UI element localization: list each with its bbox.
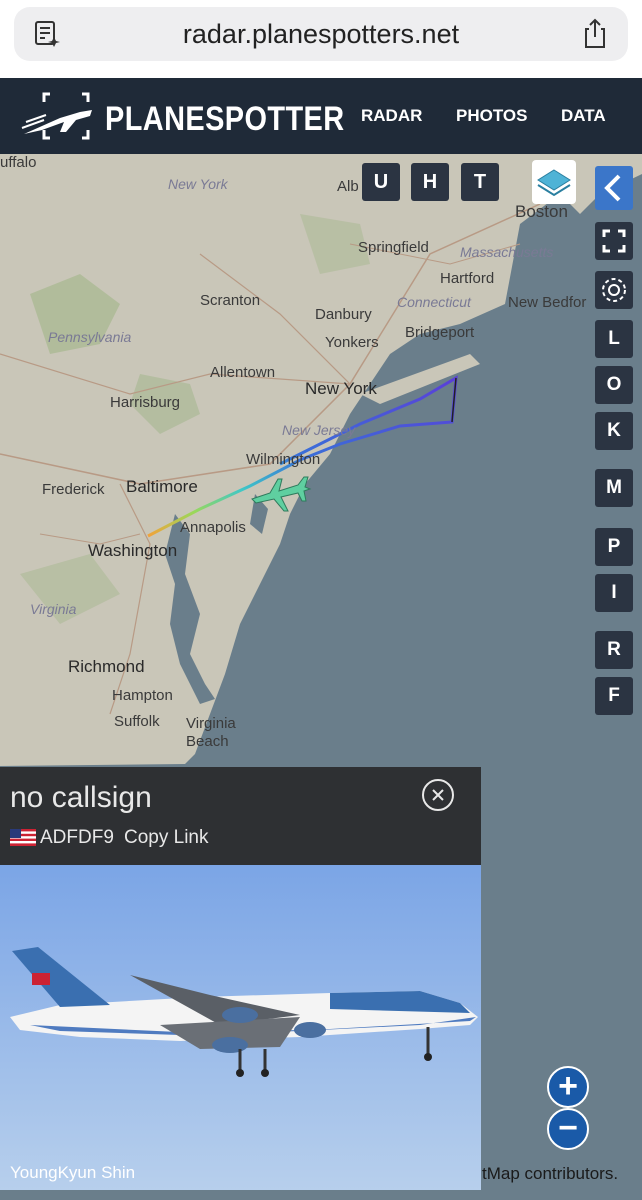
layers-button[interactable] [532,160,576,204]
map-label: Yonkers [325,334,379,351]
logo-text: PLANESPOTTER [105,100,345,138]
map-label: Virginia [30,601,77,617]
map-label: Baltimore [126,477,198,496]
photo-credit: YoungKyun Shin [10,1163,136,1182]
map-label: Springfield [358,239,429,256]
map-label: New York [305,379,377,398]
zoom-in-button[interactable]: + [547,1066,589,1108]
map-label: Annapolis [180,519,246,536]
side-button-f[interactable]: F [595,677,633,715]
nav-radar[interactable]: RADAR [361,78,422,154]
map-label: Richmond [68,657,145,676]
site-header: PLANESPOTTER RADAR PHOTOS DATA [0,78,642,154]
map-label: Boston [515,202,568,221]
close-icon [432,789,444,801]
callsign: no callsign [10,781,152,814]
map-label: Hampton [112,687,173,704]
nav-data[interactable]: DATA [561,78,606,154]
map-button-t[interactable]: T [461,163,499,201]
share-icon[interactable] [580,17,610,49]
close-panel-button[interactable] [422,779,454,811]
map-label: Virginia Beach [186,715,236,750]
fullscreen-icon [602,229,626,253]
map-label: New York [168,176,228,192]
aircraft-icon[interactable] [248,459,312,515]
nav-photos[interactable]: PHOTOS [456,78,527,154]
map-label: Bridgeport [405,324,475,341]
us-flag-icon [10,829,36,846]
layers-icon [537,169,571,197]
side-button-k[interactable]: K [595,412,633,450]
fullscreen-button[interactable] [595,222,633,260]
aircraft-photo[interactable] [0,865,481,1190]
map-button-h[interactable]: H [411,163,449,201]
map-label: Frederick [42,481,105,498]
collapse-panel-button[interactable] [595,166,633,210]
copy-link-button[interactable]: Copy Link [124,827,209,849]
side-button-l[interactable]: L [595,320,633,358]
map-label: Danbury [315,306,372,323]
planespotter-logo[interactable]: PLANESPOTTER [20,88,344,144]
plane-logo-icon [21,92,92,140]
side-button-m[interactable]: M [595,469,633,507]
map-label: Pennsylvania [48,329,132,345]
map-label: Connecticut [397,294,471,310]
chevron-left-icon [604,174,621,202]
map-label: New Bedfor [508,294,587,311]
map-label: Alb [337,178,359,195]
map-button-u[interactable]: U [362,163,400,201]
aircraft-photo-image [10,947,478,1077]
map-label: Harrisburg [110,394,181,411]
aircraft-info-panel: no callsign ADFDF9 Copy Link [0,767,481,865]
map-label: Hartford [440,270,495,287]
map-label: uffalo [0,154,37,171]
address-bar[interactable]: radar.planespotters.net [14,7,628,61]
side-button-r[interactable]: R [595,631,633,669]
map-label: Washington [88,541,178,560]
side-button-p[interactable]: P [595,528,633,566]
hex-code: ADFDF9 [40,827,114,848]
side-button-i[interactable]: I [595,574,633,612]
gear-icon [602,278,626,302]
map-label: Allentown [210,364,276,381]
map-label: New Jersey [282,422,356,438]
settings-button[interactable] [595,271,633,309]
side-button-o[interactable]: O [595,366,633,404]
map-label: Suffolk [114,713,160,730]
zoom-out-button[interactable]: − [547,1108,589,1150]
url-text[interactable]: radar.planespotters.net [14,7,628,61]
map-label: Scranton [200,292,261,309]
browser-bar: radar.planespotters.net [0,0,642,78]
map-attribution[interactable]: tMap contributors. [482,1164,618,1184]
map-label: Massachusetts [460,244,554,260]
